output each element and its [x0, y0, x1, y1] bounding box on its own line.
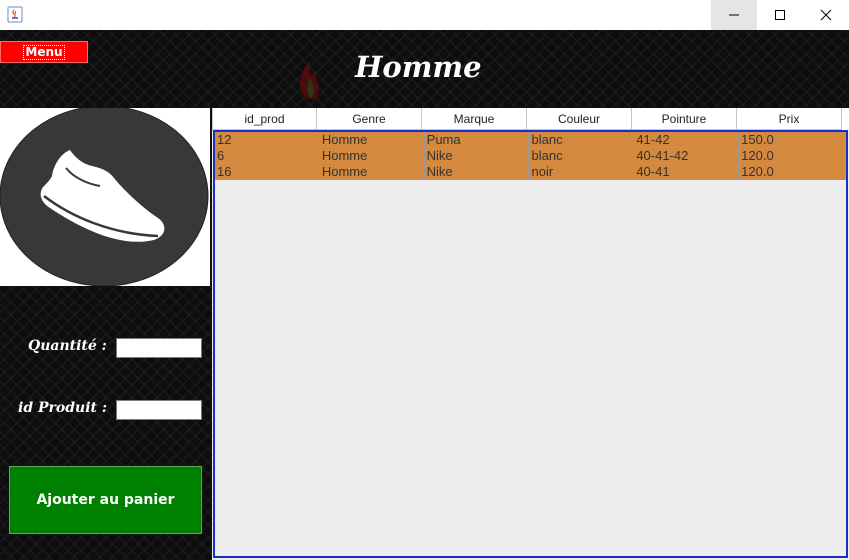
table-cell: noir [529, 164, 635, 180]
table-cell: Homme [319, 132, 425, 148]
table-cell: 41-42 [634, 132, 740, 148]
table-cell: 120.0 [739, 164, 846, 180]
page-title: Homme [355, 50, 482, 84]
column-header-couleur[interactable]: Couleur [527, 108, 632, 130]
table-cell: blanc [529, 132, 635, 148]
java-app-icon [7, 6, 23, 23]
minimize-button[interactable] [711, 0, 757, 30]
table-cell: Nike [424, 148, 530, 164]
menu-button-label: Menu [23, 44, 65, 60]
table-cell: 40-41 [634, 164, 740, 180]
table-body: 12 Homme Puma blanc 41-42 150.0 6 Homme … [213, 130, 848, 558]
table-cell: Homme [319, 164, 425, 180]
table-cell: 120.0 [739, 148, 846, 164]
minimize-icon [729, 14, 739, 16]
quantity-input[interactable] [116, 338, 202, 358]
close-icon [820, 9, 832, 21]
table-cell: blanc [529, 148, 635, 164]
table-cell: 150.0 [739, 132, 846, 148]
column-header-marque[interactable]: Marque [422, 108, 527, 130]
table-header: id_prod Genre Marque Couleur Pointure Pr… [212, 108, 849, 130]
column-header-pointure[interactable]: Pointure [632, 108, 737, 130]
column-header-prix[interactable]: Prix [737, 108, 842, 130]
menu-button[interactable]: Menu [0, 41, 88, 63]
shoe-icon [0, 108, 209, 286]
table-cell: Nike [424, 164, 530, 180]
maximize-button[interactable] [757, 0, 803, 30]
table-cell: 16 [215, 164, 320, 180]
maximize-icon [775, 10, 785, 20]
column-header-genre[interactable]: Genre [317, 108, 422, 130]
table-cell: 12 [215, 132, 320, 148]
close-button[interactable] [803, 0, 849, 30]
table-row[interactable]: 6 Homme Nike blanc 40-41-42 120.0 [215, 148, 846, 164]
table-row[interactable]: 16 Homme Nike noir 40-41 120.0 [215, 164, 846, 180]
column-header-id-prod[interactable]: id_prod [212, 108, 317, 130]
products-table[interactable]: id_prod Genre Marque Couleur Pointure Pr… [212, 108, 849, 560]
table-cell: Homme [319, 148, 425, 164]
window-titlebar [0, 0, 849, 30]
product-image-panel [0, 108, 210, 286]
table-cell: Puma [424, 132, 530, 148]
flame-decoration [300, 60, 319, 100]
table-cell: 6 [215, 148, 320, 164]
product-id-input[interactable] [116, 400, 202, 420]
add-to-cart-button[interactable]: Ajouter au panier [9, 466, 202, 534]
table-row[interactable]: 12 Homme Puma blanc 41-42 150.0 [215, 132, 846, 148]
product-id-label: id Produit : [18, 400, 108, 416]
add-to-cart-label: Ajouter au panier [36, 492, 175, 508]
quantity-label: Quantité : [28, 338, 107, 354]
table-cell: 40-41-42 [634, 148, 740, 164]
